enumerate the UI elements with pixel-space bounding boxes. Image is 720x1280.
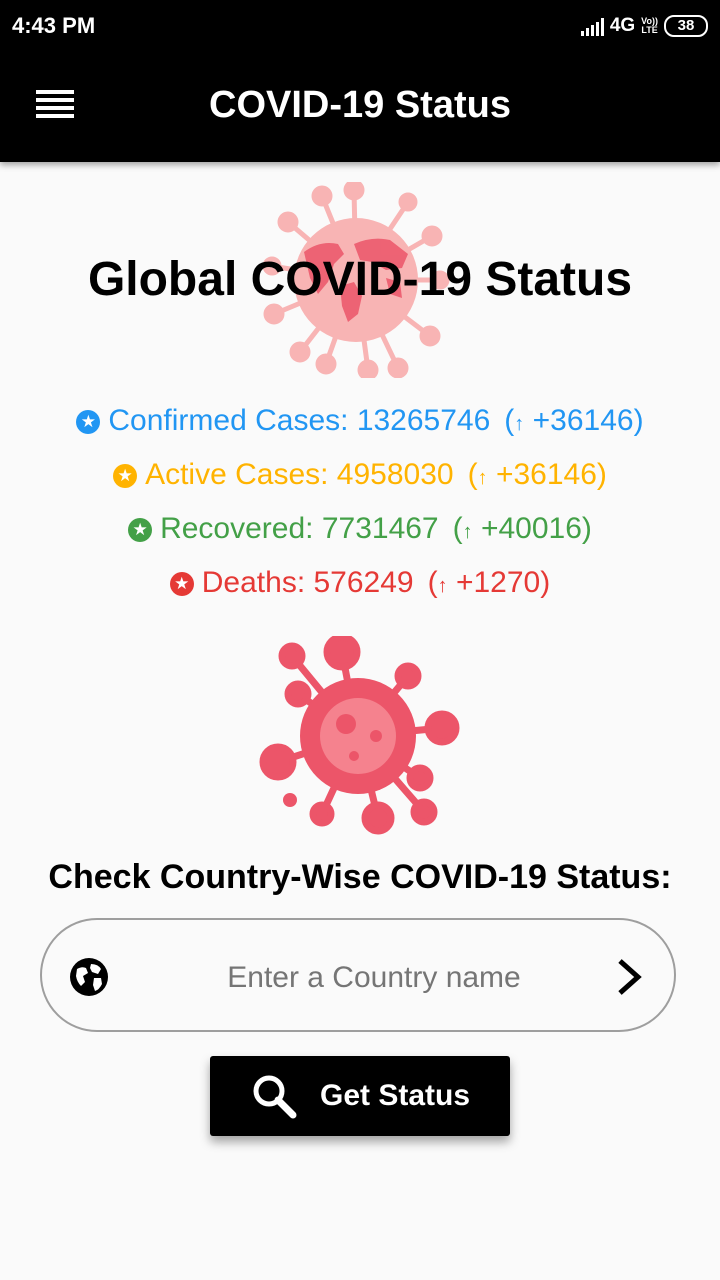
active-cases-delta: (↑ +36146) <box>467 458 607 491</box>
deaths-label: Deaths: 576249 <box>201 566 414 599</box>
country-input[interactable] <box>172 950 576 1006</box>
arrow-up-icon: ↑ <box>477 467 488 489</box>
delta-value: +36146 <box>495 458 597 491</box>
recovered-line: ★ Recovered: 7731467 (↑ +40016) <box>0 512 720 546</box>
status-bar: 4:43 PM 4G Vo)) LTE 38 <box>0 0 720 52</box>
volte-line2: LTE <box>641 25 658 35</box>
app-bar: COVID-19 Status <box>0 52 720 162</box>
recovered-delta: (↑ +40016) <box>452 512 592 545</box>
get-status-label: Get Status <box>319 1079 471 1112</box>
signal-strength-icon <box>580 16 604 36</box>
volte-indicator: Vo)) LTE <box>641 17 658 35</box>
arrow-up-icon: ↑ <box>514 413 525 435</box>
confirmed-cases-delta: (↑ +36146) <box>504 404 644 437</box>
star-icon: ★ <box>113 464 138 488</box>
search-icon <box>253 1075 297 1119</box>
status-time: 4:43 PM <box>12 13 96 38</box>
country-wise-heading: Check Country-Wise COVID-19 Status: <box>48 858 672 896</box>
deaths-delta: (↑ +1270) <box>427 566 551 599</box>
star-icon: ★ <box>169 572 194 596</box>
confirmed-cases-label: Confirmed Cases: 13265746 <box>108 404 491 437</box>
network-type: 4G <box>609 15 636 36</box>
active-cases-label: Active Cases: 4958030 <box>145 458 454 491</box>
globe-icon <box>70 958 108 996</box>
deaths-line: ★ Deaths: 576249 (↑ +1270) <box>0 566 720 600</box>
chevron-right-icon[interactable] <box>614 957 644 997</box>
star-icon: ★ <box>128 518 153 542</box>
confirmed-cases-line: ★ Confirmed Cases: 13265746 (↑ +36146) <box>0 404 720 438</box>
delta-value: +1270 <box>455 566 541 599</box>
battery-level: 38 <box>677 17 695 34</box>
global-status-title: Global COVID-19 Status <box>87 253 633 306</box>
virus-illustration <box>259 636 460 835</box>
delta-value: +40016 <box>480 512 582 545</box>
app-title: COVID-19 Status <box>209 84 511 126</box>
status-indicators: 4G Vo)) LTE 38 <box>580 12 708 40</box>
country-search-field <box>40 918 676 1032</box>
arrow-up-icon: ↑ <box>462 521 473 543</box>
arrow-up-icon: ↑ <box>437 575 448 597</box>
recovered-label: Recovered: 7731467 <box>160 512 439 545</box>
battery-icon: 38 <box>664 15 708 37</box>
get-status-button[interactable]: Get Status <box>210 1056 510 1136</box>
active-cases-line: ★ Active Cases: 4958030 (↑ +36146) <box>0 458 720 492</box>
delta-value: +36146 <box>532 404 634 437</box>
star-icon: ★ <box>76 410 101 434</box>
